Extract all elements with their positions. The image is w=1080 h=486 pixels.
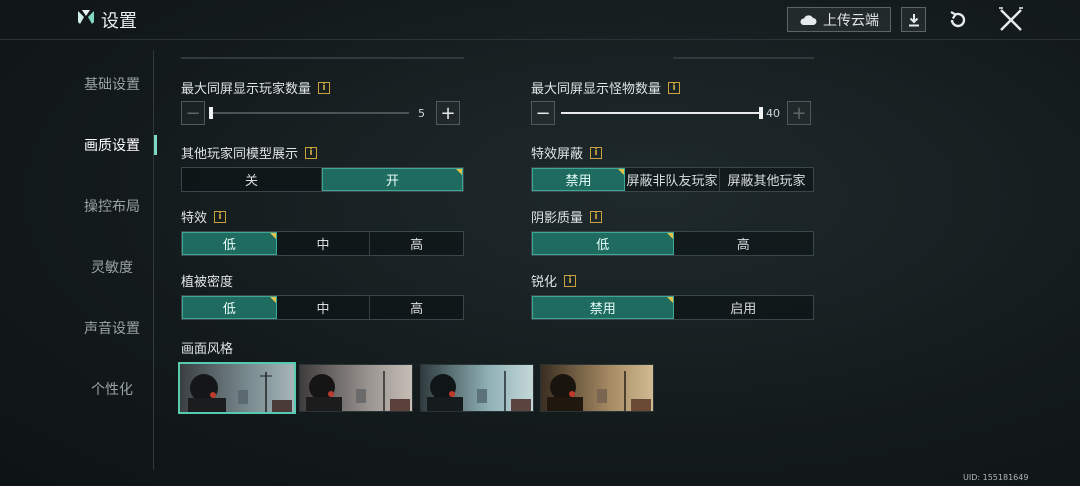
style-preview-image	[541, 365, 653, 411]
sharpen-label: 锐化 i	[531, 271, 577, 290]
max-monsters-increase-button[interactable]: +	[787, 101, 811, 125]
style-label: 画面风格	[181, 342, 234, 357]
download-icon	[908, 13, 919, 26]
effect-mask-option-others[interactable]: 屏蔽其他玩家	[720, 168, 813, 191]
vegetation-selector: 低 中 高	[181, 295, 464, 320]
max-players-decrease-button[interactable]: −	[181, 101, 205, 125]
reset-icon[interactable]	[946, 8, 970, 32]
same-model-option-off[interactable]: 关	[182, 168, 322, 191]
style-preview-image	[300, 365, 412, 411]
same-model-toggle: 关 开	[181, 167, 464, 192]
max-monsters-slider-fill	[561, 112, 761, 114]
effect-mask-label: 特效屏蔽 i	[531, 143, 603, 162]
style-thumbnail-3[interactable]	[420, 364, 534, 412]
shadow-option-low[interactable]: 低	[532, 232, 674, 255]
upload-cloud-button[interactable]: 上传云端	[787, 7, 891, 32]
sharpen-option-disable[interactable]: 禁用	[532, 296, 674, 319]
style-thumbnail-2[interactable]	[299, 364, 413, 412]
vegetation-option-high[interactable]: 高	[370, 296, 463, 319]
info-icon[interactable]: i	[668, 81, 681, 94]
style-preview-image	[180, 364, 294, 412]
max-players-slider[interactable]	[209, 107, 409, 119]
max-monsters-slider-knob[interactable]	[759, 107, 763, 119]
sidebar-item-basic[interactable]: 基础设置	[70, 64, 154, 104]
style-thumbnail-1[interactable]	[178, 362, 296, 414]
same-model-label: 其他玩家同模型展示 i	[181, 143, 318, 162]
same-model-option-on[interactable]: 开	[322, 168, 463, 191]
settings-sidebar: 基础设置 画质设置 操控布局 灵敏度 声音设置 个性化	[70, 50, 157, 470]
sidebar-item-personalize[interactable]: 个性化	[70, 369, 154, 409]
effects-option-mid[interactable]: 中	[277, 232, 371, 255]
shadow-option-high[interactable]: 高	[674, 232, 814, 255]
info-icon[interactable]: i	[305, 146, 318, 159]
close-icon[interactable]	[998, 7, 1024, 33]
cloud-icon	[800, 14, 817, 25]
sidebar-item-controls[interactable]: 操控布局	[70, 186, 154, 226]
effects-option-low[interactable]: 低	[182, 232, 277, 255]
sidebar-item-sensitivity[interactable]: 灵敏度	[70, 247, 154, 287]
page-title: 设置	[101, 11, 137, 32]
info-icon[interactable]: i	[564, 274, 577, 287]
style-preview-image	[421, 365, 533, 411]
effects-label: 特效 i	[181, 207, 227, 226]
upload-cloud-label: 上传云端	[823, 12, 879, 29]
style-thumbnail-4[interactable]	[540, 364, 654, 412]
info-icon[interactable]: i	[590, 146, 603, 159]
effect-mask-option-non-team[interactable]: 屏蔽非队友玩家	[625, 168, 720, 191]
sharpen-option-enable[interactable]: 启用	[674, 296, 814, 319]
divider	[181, 57, 464, 59]
shadow-label: 阴影质量 i	[531, 207, 603, 226]
vegetation-option-mid[interactable]: 中	[277, 296, 371, 319]
effect-mask-selector: 禁用 屏蔽非队友玩家 屏蔽其他玩家	[531, 167, 814, 192]
max-monsters-decrease-button[interactable]: −	[531, 101, 555, 125]
effects-option-high[interactable]: 高	[370, 232, 463, 255]
max-monsters-slider[interactable]	[561, 107, 763, 119]
divider	[673, 57, 814, 59]
effect-mask-option-disable[interactable]: 禁用	[532, 168, 625, 191]
sharpen-selector: 禁用 启用	[531, 295, 814, 320]
max-players-increase-button[interactable]: +	[436, 101, 460, 125]
sidebar-item-graphics[interactable]: 画质设置	[70, 125, 157, 165]
max-players-slider-knob[interactable]	[209, 107, 213, 119]
info-icon[interactable]: i	[590, 210, 603, 223]
vegetation-option-low[interactable]: 低	[182, 296, 277, 319]
user-id: UID: 155181649	[963, 473, 1029, 482]
info-icon[interactable]: i	[214, 210, 227, 223]
sidebar-item-sound[interactable]: 声音设置	[70, 308, 154, 348]
max-players-label: 最大同屏显示玩家数量 i	[181, 78, 331, 97]
top-bar: 设置 上传云端	[0, 0, 1080, 40]
logo-icon	[78, 10, 94, 24]
effects-selector: 低 中 高	[181, 231, 464, 256]
download-button[interactable]	[901, 7, 926, 32]
max-monsters-value: 40	[766, 107, 780, 120]
max-monsters-label: 最大同屏显示怪物数量 i	[531, 78, 681, 97]
max-players-value: 5	[418, 107, 425, 120]
vegetation-label: 植被密度	[181, 275, 234, 290]
shadow-selector: 低 高	[531, 231, 814, 256]
info-icon[interactable]: i	[318, 81, 331, 94]
